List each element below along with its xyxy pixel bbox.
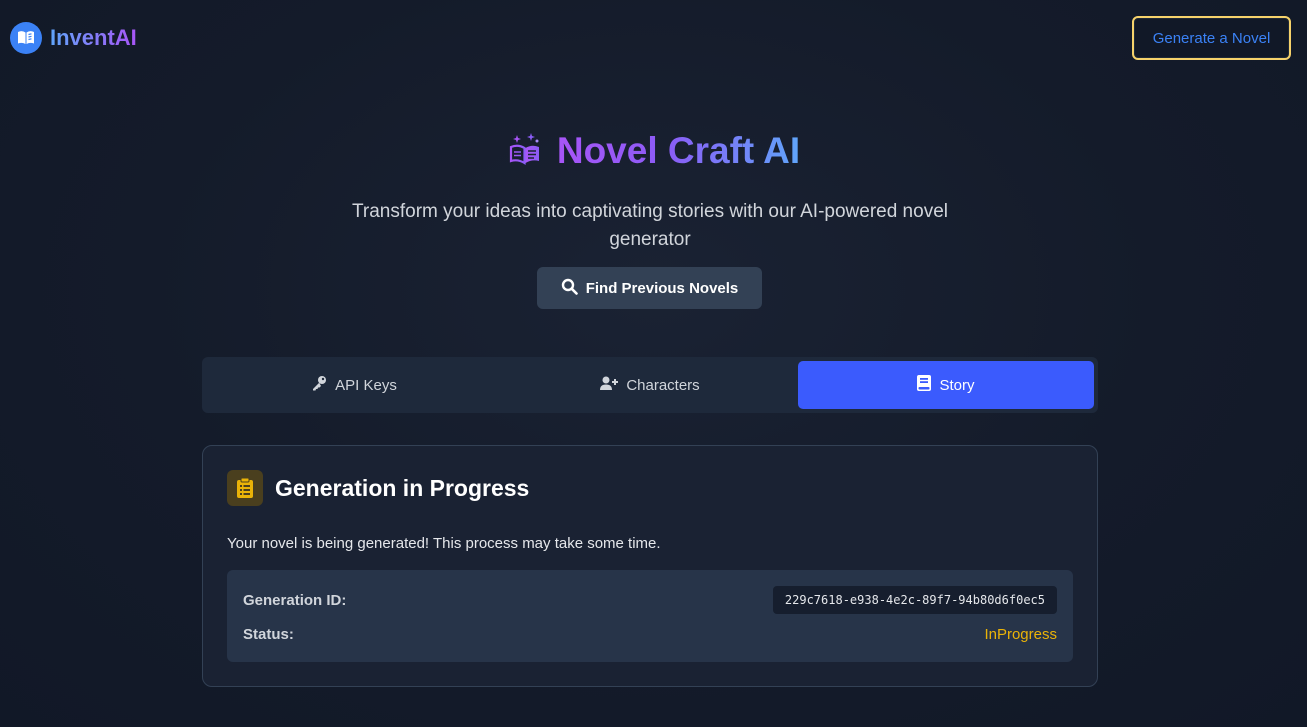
tab-label: Story [939, 376, 975, 394]
generation-id-label: Generation ID: [243, 592, 347, 609]
search-icon [561, 278, 578, 299]
card-header: Generation in Progress [227, 470, 529, 506]
tab-api-keys[interactable]: API Keys [206, 361, 502, 409]
brand[interactable]: InventAI [10, 22, 137, 54]
status-label: Status: [243, 626, 294, 643]
clipboard-list-icon [227, 470, 263, 506]
brand-name: InventAI [50, 25, 137, 50]
generate-novel-button[interactable]: Generate a Novel [1132, 16, 1291, 60]
generation-id-value: 229c7618-e938-4e2c-89f7-94b80d6f0ec5 [772, 586, 1057, 614]
hero-subtitle: Transform your ideas into captivating st… [352, 201, 948, 250]
tab-bar: API Keys Characters Story [202, 357, 1098, 413]
tab-characters[interactable]: Characters [502, 361, 798, 409]
card-description: Your novel is being generated! This proc… [227, 535, 661, 552]
find-previous-novels-button[interactable]: Find Previous Novels [537, 267, 762, 309]
page-title: Novel Craft AI [556, 130, 801, 171]
user-plus-icon [600, 376, 619, 394]
magic-book-icon [507, 131, 543, 172]
find-previous-novels-label: Find Previous Novels [585, 279, 739, 297]
book-icon [917, 375, 932, 395]
hero-title: Novel Craft AI [0, 130, 1307, 172]
status-badge: InProgress [984, 626, 1057, 643]
card-title: Generation in Progress [275, 474, 530, 501]
key-icon [311, 375, 327, 395]
tab-label: API Keys [335, 376, 397, 394]
tab-label: Characters [626, 376, 700, 394]
tab-story[interactable]: Story [798, 361, 1094, 409]
book-open-icon [10, 22, 42, 54]
generation-info: Generation ID: 229c7618-e938-4e2c-89f7-9… [227, 570, 1073, 662]
generation-card: Generation in Progress Your novel is bei… [202, 445, 1098, 687]
